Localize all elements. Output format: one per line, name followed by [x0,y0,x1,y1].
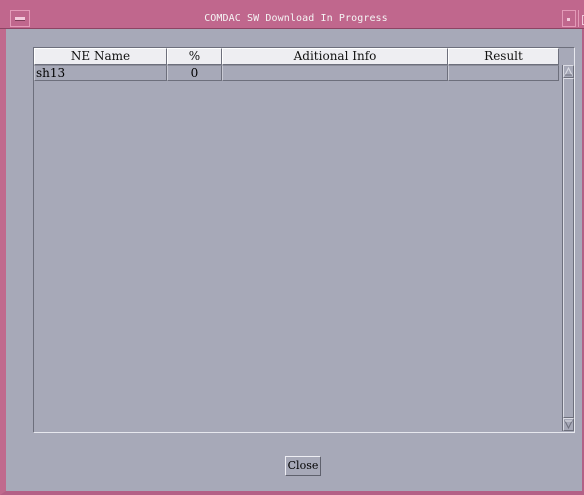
cell-additional-info[interactable] [222,65,448,81]
title-bar[interactable]: COMDAC SW Download In Progress [0,0,584,29]
arrow-up-icon[interactable] [563,65,574,78]
close-button[interactable]: Close [285,456,321,476]
download-progress-window: COMDAC SW Download In Progress NE Name %… [0,0,584,495]
column-header-additional-info[interactable]: Aditional Info [222,48,448,65]
window-title: COMDAC SW Download In Progress [204,13,388,24]
table-header-row: NE Name % Aditional Info Result [34,48,559,65]
vertical-scrollbar[interactable] [562,65,574,431]
table-row[interactable]: sh13 0 [34,65,559,81]
arrow-down-icon[interactable] [563,418,574,431]
column-header-result[interactable]: Result [448,48,559,65]
download-table: NE Name % Aditional Info Result sh13 0 [33,47,575,433]
column-header-ne-name[interactable]: NE Name [34,48,167,65]
cell-percent[interactable]: 0 [167,65,222,81]
maximize-icon[interactable] [578,10,584,27]
cell-result[interactable] [448,65,559,81]
window-menu-icon[interactable] [10,10,30,27]
column-header-percent[interactable]: % [167,48,222,65]
minimize-icon[interactable] [562,10,576,27]
scroll-thumb[interactable] [563,78,574,418]
cell-ne-name[interactable]: sh13 [34,65,167,81]
